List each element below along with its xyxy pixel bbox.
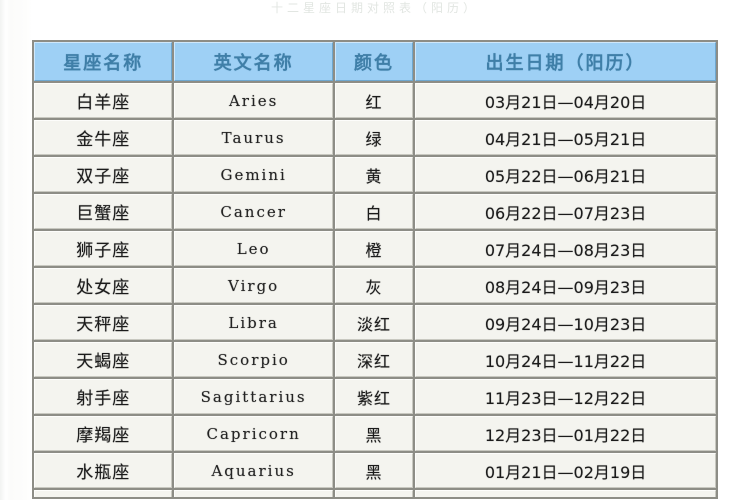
cell-english-name: Leo xyxy=(174,231,333,266)
cell-english-name: Aries xyxy=(174,83,333,118)
table-row: 天秤座 Libra 淡红 09月24日—10月23日 xyxy=(34,305,716,340)
cell-zodiac-name: 摩羯座 xyxy=(34,416,173,451)
cell-birth-date: 07月24日—08月23日 xyxy=(415,231,716,266)
cell-english-name: Virgo xyxy=(174,268,333,303)
table-body: 白羊座 Aries 红 03月21日—04月20日 金牛座 Taurus 绿 04月21日—0… xyxy=(34,83,716,497)
cell-english-name: Scorpio xyxy=(174,342,333,377)
table-row: 射手座 Sagittarius 紫红 11月23日—12月22日 xyxy=(34,379,716,414)
table-row: 金牛座 Taurus 绿 04月21日—05月21日 xyxy=(34,120,716,155)
column-header-birth-date: 出生日期（阳历） xyxy=(415,42,716,81)
cell-birth-date: 03月21日—04月20日 xyxy=(415,83,716,118)
cell-zodiac-name: 天蝎座 xyxy=(34,342,173,377)
cell-zodiac-name: 白羊座 xyxy=(34,83,173,118)
table-row-clipped xyxy=(34,490,716,497)
cell-color: 绿 xyxy=(334,120,414,155)
cell-english-name: Gemini xyxy=(174,157,333,192)
cell-color: 橙 xyxy=(334,231,414,266)
table-row: 水瓶座 Aquarius 黑 01月21日—02月19日 xyxy=(34,453,716,488)
cell-birth-date: 06月22日—07月23日 xyxy=(415,194,716,229)
cell-english-name: Aquarius xyxy=(174,453,333,488)
cell-birth-date: 04月21日—05月21日 xyxy=(415,120,716,155)
cell-color: 黑 xyxy=(334,416,414,451)
cell-birth-date: 05月22日—06月21日 xyxy=(415,157,716,192)
cell-birth-date: 12月23日—01月22日 xyxy=(415,416,716,451)
cell-clipped xyxy=(334,490,414,497)
column-header-color: 颜色 xyxy=(334,42,414,81)
cell-color: 白 xyxy=(334,194,414,229)
cell-zodiac-name: 处女座 xyxy=(34,268,173,303)
column-header-english-name: 英文名称 xyxy=(174,42,333,81)
cell-zodiac-name: 水瓶座 xyxy=(34,453,173,488)
cell-clipped xyxy=(34,490,173,497)
cell-english-name: Taurus xyxy=(174,120,333,155)
cell-english-name: Cancer xyxy=(174,194,333,229)
cell-color: 黑 xyxy=(334,453,414,488)
cell-birth-date: 01月21日—02月19日 xyxy=(415,453,716,488)
cell-color: 淡红 xyxy=(334,305,414,340)
cell-zodiac-name: 射手座 xyxy=(34,379,173,414)
cell-zodiac-name: 天秤座 xyxy=(34,305,173,340)
header-row: 星座名称 英文名称 颜色 出生日期（阳历） xyxy=(34,42,716,81)
cell-color: 红 xyxy=(334,83,414,118)
column-header-name: 星座名称 xyxy=(34,42,173,81)
cell-birth-date: 08月24日—09月23日 xyxy=(415,268,716,303)
cell-birth-date: 11月23日—12月22日 xyxy=(415,379,716,414)
zodiac-table-container: 星座名称 英文名称 颜色 出生日期（阳历） 白羊座 Aries 红 03月21日—04… xyxy=(32,40,718,499)
cell-zodiac-name: 狮子座 xyxy=(34,231,173,266)
table-row: 巨蟹座 Cancer 白 06月22日—07月23日 xyxy=(34,194,716,229)
cell-zodiac-name: 双子座 xyxy=(34,157,173,192)
cell-color: 紫红 xyxy=(334,379,414,414)
cell-birth-date: 09月24日—10月23日 xyxy=(415,305,716,340)
table-row: 狮子座 Leo 橙 07月24日—08月23日 xyxy=(34,231,716,266)
cell-zodiac-name: 巨蟹座 xyxy=(34,194,173,229)
page-background: 十二星座日期对照表（阳历） 星座名称 英文名称 颜色 出生日期（阳历） 白羊座 A… xyxy=(0,0,750,500)
table-row: 天蝎座 Scorpio 深红 10月24日—11月22日 xyxy=(34,342,716,377)
cell-clipped xyxy=(415,490,716,497)
table-row: 处女座 Virgo 灰 08月24日—09月23日 xyxy=(34,268,716,303)
table-row: 白羊座 Aries 红 03月21日—04月20日 xyxy=(34,83,716,118)
cell-zodiac-name: 金牛座 xyxy=(34,120,173,155)
cell-english-name: Libra xyxy=(174,305,333,340)
cell-color: 深红 xyxy=(334,342,414,377)
table-header: 星座名称 英文名称 颜色 出生日期（阳历） xyxy=(34,42,716,81)
table-row: 摩羯座 Capricorn 黑 12月23日—01月22日 xyxy=(34,416,716,451)
cell-color: 灰 xyxy=(334,268,414,303)
table-row: 双子座 Gemini 黄 05月22日—06月21日 xyxy=(34,157,716,192)
cell-english-name: Sagittarius xyxy=(174,379,333,414)
cell-english-name: Capricorn xyxy=(174,416,333,451)
cell-color: 黄 xyxy=(334,157,414,192)
zodiac-table: 星座名称 英文名称 颜色 出生日期（阳历） 白羊座 Aries 红 03月21日—04… xyxy=(32,40,718,499)
faint-page-title: 十二星座日期对照表（阳历） xyxy=(270,1,479,15)
cell-clipped xyxy=(174,490,333,497)
cell-birth-date: 10月24日—11月22日 xyxy=(415,342,716,377)
